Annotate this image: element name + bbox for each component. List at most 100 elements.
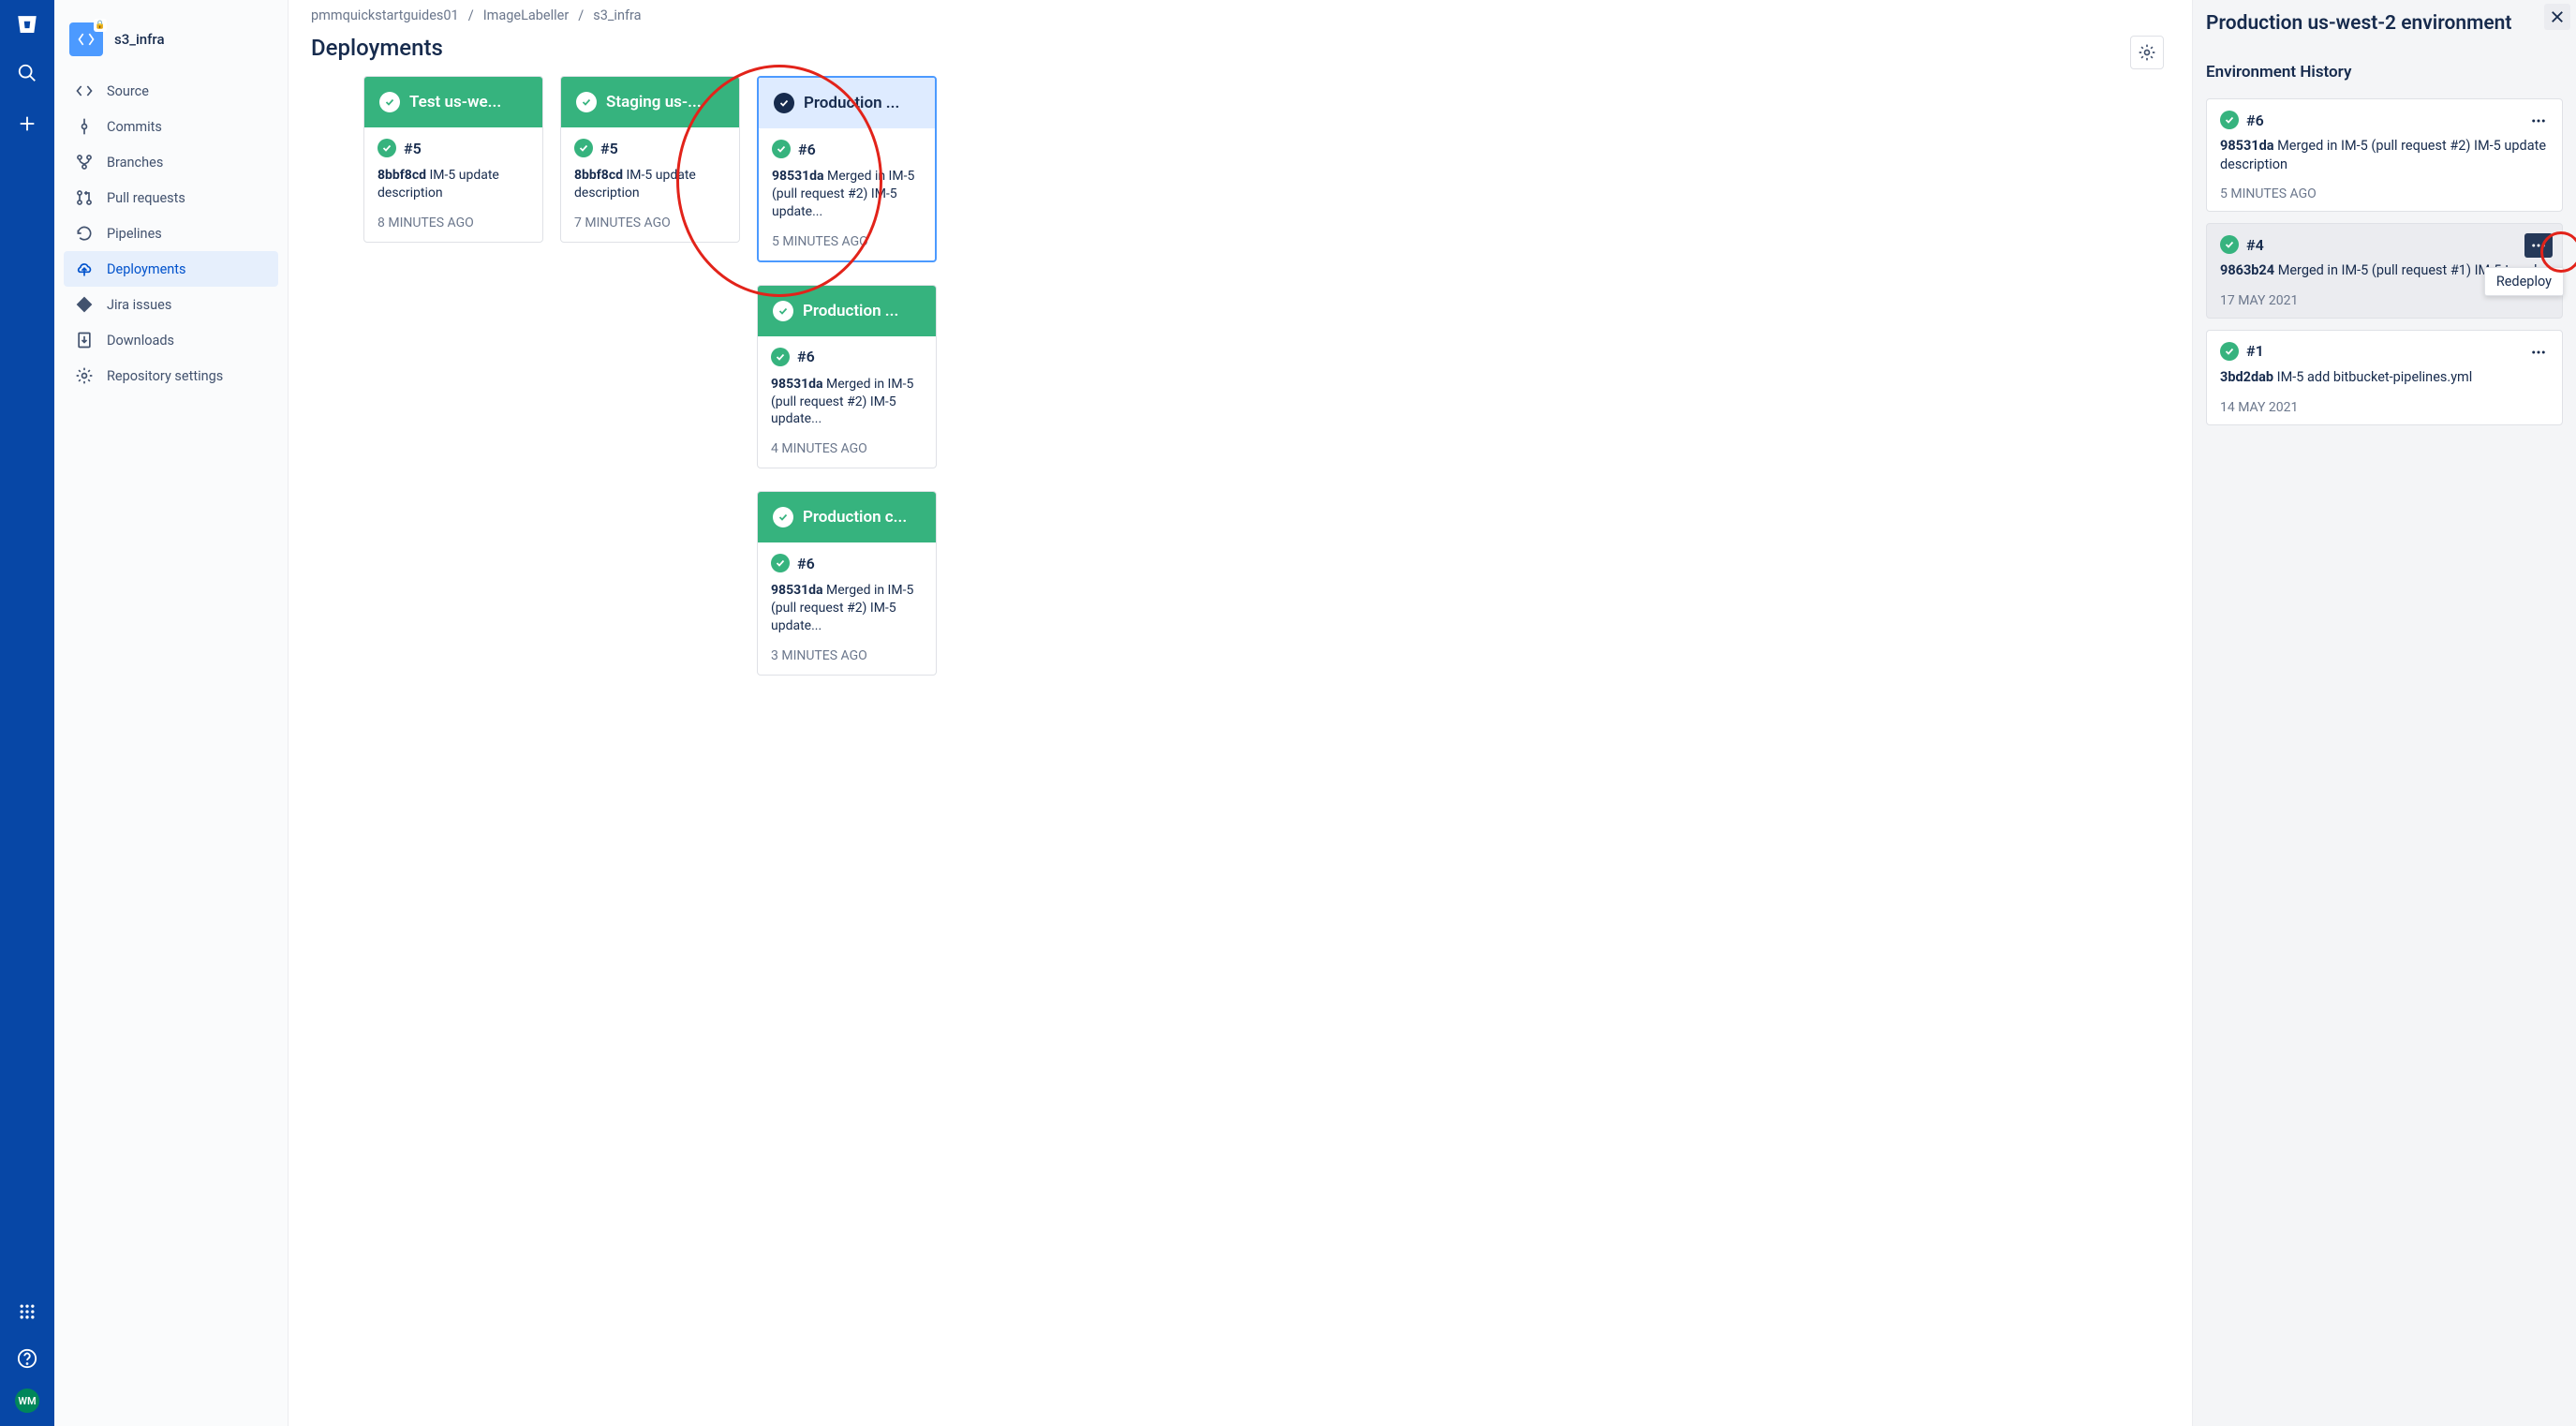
more-actions-button[interactable] <box>2524 109 2553 133</box>
sidebar-item-downloads[interactable]: Downloads <box>64 322 278 358</box>
success-check-icon <box>774 93 794 113</box>
history-build-number[interactable]: #6 <box>2220 111 2549 129</box>
environment-name: Test us-we... <box>409 93 501 111</box>
environment-history-panel: Production us-west-2 environment Environ… <box>2192 0 2576 1426</box>
global-rail: WM <box>0 0 54 1426</box>
repo-header[interactable]: 🔒 s3_infra <box>64 19 278 73</box>
sidebar-item-repo-settings[interactable]: Repository settings <box>64 358 278 394</box>
repo-avatar-icon: 🔒 <box>69 22 103 56</box>
environment-card[interactable]: Test us-we... #5 8bbf8cd IM-5 update descr… <box>363 76 543 243</box>
commit-message: 8bbf8cd IM-5 update description <box>378 167 529 202</box>
bitbucket-logo-icon[interactable] <box>12 9 42 39</box>
environment-name: Staging us-... <box>606 93 702 111</box>
pull-request-icon <box>75 188 94 207</box>
breadcrumb: pmmquickstartguides01 / ImageLabeller / … <box>311 7 2169 29</box>
deployments-settings-button[interactable] <box>2130 36 2164 69</box>
sidebar-item-source[interactable]: Source <box>64 73 278 109</box>
success-check-icon <box>576 92 597 112</box>
commit-hash[interactable]: 98531da <box>771 377 823 392</box>
create-icon[interactable] <box>10 107 44 141</box>
history-card[interactable]: #13bd2dab IM-5 add bitbucket-pipelines.y… <box>2206 330 2563 425</box>
success-check-icon <box>2220 111 2239 129</box>
success-check-icon <box>574 139 593 157</box>
sidebar-item-pipelines[interactable]: Pipelines <box>64 215 278 251</box>
breadcrumb-link[interactable]: s3_infra <box>593 7 641 23</box>
deployment-time: 3 MINUTES AGO <box>758 635 936 675</box>
commit-hash[interactable]: 98531da <box>771 583 823 598</box>
sidebar-item-label: Downloads <box>107 333 174 349</box>
environment-name: Production ... <box>804 94 899 112</box>
sidebar-item-label: Deployments <box>107 261 186 277</box>
search-icon[interactable] <box>10 56 44 90</box>
sidebar-item-deployments[interactable]: Deployments <box>64 251 278 287</box>
deployment-number[interactable]: #5 <box>574 139 726 157</box>
environment-card[interactable]: Production ... #6 98531da Merged in IM-5 (… <box>757 76 937 262</box>
environment-header[interactable]: Production c... <box>758 492 936 542</box>
success-check-icon <box>773 301 793 321</box>
deployments-icon <box>75 260 94 278</box>
commit-message: 98531da Merged in IM-5 (pull request #2)… <box>771 582 923 635</box>
repo-sidebar: 🔒 s3_infra Source Commits Branches Pull … <box>54 0 289 1426</box>
history-commit-message: 98531da Merged in IM-5 (pull request #2)… <box>2220 137 2549 173</box>
more-actions-button[interactable] <box>2524 340 2553 364</box>
close-panel-button[interactable] <box>2544 4 2570 30</box>
sidebar-item-branches[interactable]: Branches <box>64 144 278 180</box>
commit-hash[interactable]: 98531da <box>2220 138 2274 154</box>
sidebar-item-commits[interactable]: Commits <box>64 109 278 144</box>
build-number: #6 <box>798 141 816 158</box>
build-number: #6 <box>797 555 815 572</box>
history-build-number[interactable]: #1 <box>2220 342 2549 361</box>
sidebar-item-pull-requests[interactable]: Pull requests <box>64 180 278 215</box>
commits-icon <box>75 117 94 136</box>
success-check-icon <box>772 140 791 158</box>
success-check-icon <box>2220 235 2239 254</box>
environment-header[interactable]: Production ... <box>758 286 936 336</box>
environment-header[interactable]: Staging us-... <box>561 77 739 127</box>
deployment-time: 8 MINUTES AGO <box>364 202 542 242</box>
deployment-number[interactable]: #6 <box>771 348 923 366</box>
commit-hash[interactable]: 8bbf8cd <box>378 168 426 183</box>
history-card[interactable]: #6 98531da Merged in IM-5 (pull request #… <box>2206 98 2563 212</box>
deployment-number[interactable]: #5 <box>378 139 529 157</box>
sidebar-item-jira-issues[interactable]: Jira issues <box>64 287 278 322</box>
downloads-icon <box>75 331 94 349</box>
sidebar-item-label: Pipelines <box>107 226 162 242</box>
gear-icon <box>75 366 94 385</box>
history-build-number[interactable]: #4 <box>2220 235 2549 254</box>
deployment-number[interactable]: #6 <box>771 554 923 572</box>
commit-hash[interactable]: 8bbf8cd <box>574 168 623 183</box>
repo-name: s3_infra <box>114 31 165 48</box>
breadcrumb-link[interactable]: pmmquickstartguides01 <box>311 7 459 23</box>
main-content: pmmquickstartguides01 / ImageLabeller / … <box>289 0 2192 1426</box>
commit-hash[interactable]: 3bd2dab <box>2220 369 2273 385</box>
success-check-icon <box>2220 342 2239 361</box>
success-check-icon <box>771 554 790 572</box>
commit-message: 98531da Merged in IM-5 (pull request #2)… <box>772 168 922 221</box>
help-icon[interactable] <box>10 1342 44 1375</box>
environment-name: Production c... <box>803 508 907 527</box>
environment-card[interactable]: Production c... #6 98531da Merged in IM-5 … <box>757 491 937 676</box>
sidebar-item-label: Commits <box>107 119 162 135</box>
commit-hash[interactable]: 98531da <box>772 169 824 184</box>
more-actions-button[interactable] <box>2524 233 2553 258</box>
deployment-number[interactable]: #6 <box>772 140 922 158</box>
breadcrumb-link[interactable]: ImageLabeller <box>483 7 570 23</box>
environment-card[interactable]: Staging us-...#58bbf8cd IM-5 update desc… <box>560 76 740 243</box>
history-card[interactable]: #4Redeploy9863b24 Merged in IM-5 (pull r… <box>2206 223 2563 319</box>
sidebar-item-label: Source <box>107 83 149 99</box>
pipelines-icon <box>75 224 94 243</box>
sidebar-item-label: Repository settings <box>107 368 223 384</box>
sidebar-item-label: Jira issues <box>107 297 171 313</box>
sidebar-item-label: Pull requests <box>107 190 185 206</box>
build-number: #6 <box>797 348 815 365</box>
history-time: 14 MAY 2021 <box>2220 400 2549 415</box>
apps-switcher-icon[interactable] <box>10 1295 44 1329</box>
user-avatar[interactable]: WM <box>15 1389 39 1413</box>
environment-header[interactable]: Production ... <box>759 78 935 128</box>
environment-name: Production ... <box>803 302 898 320</box>
commit-hash[interactable]: 9863b24 <box>2220 262 2274 278</box>
environment-header[interactable]: Test us-we... <box>364 77 542 127</box>
lock-icon: 🔒 <box>94 19 107 32</box>
environment-card[interactable]: Production ...#698531da Merged in IM-5 (… <box>757 285 937 469</box>
redeploy-tooltip[interactable]: Redeploy <box>2484 267 2564 296</box>
